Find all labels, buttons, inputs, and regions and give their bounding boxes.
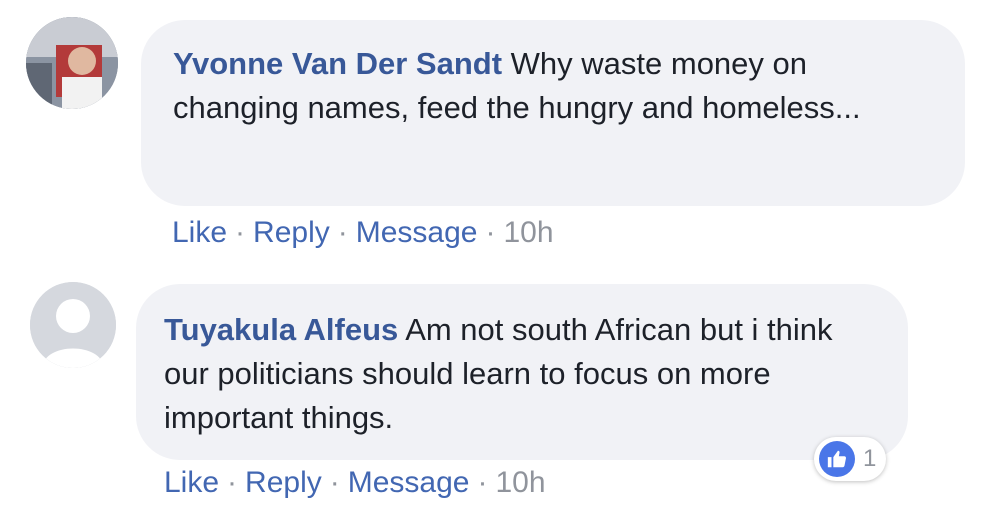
separator: · [329,466,340,499]
comment-bubble: Yvonne Van Der Sandt Why waste money on … [141,20,965,206]
default-user-icon [30,282,116,368]
message-link[interactable]: Message [356,216,478,249]
comment-actions: Like · Reply · Message · 10h [164,466,546,500]
comment-item: Tuyakula Alfeus Am not south African but… [0,270,1000,525]
separator: · [477,466,488,499]
comment-author-link[interactable]: Tuyakula Alfeus [164,312,398,347]
like-link[interactable]: Like [164,466,219,499]
separator: · [227,466,238,499]
comment-bubble: Tuyakula Alfeus Am not south African but… [136,284,908,460]
separator: · [235,216,246,249]
message-link[interactable]: Message [348,466,470,499]
avatar[interactable] [30,282,116,368]
like-link[interactable]: Like [172,216,227,249]
separator: · [337,216,348,249]
reply-link[interactable]: Reply [245,466,322,499]
reaction-badge[interactable]: 1 [814,437,887,481]
comment-timestamp[interactable]: 10h [495,466,545,499]
reply-link[interactable]: Reply [253,216,330,249]
separator: · [485,216,496,249]
avatar[interactable] [26,17,118,109]
comment-item: Yvonne Van Der Sandt Why waste money on … [0,0,1000,270]
comment-actions: Like · Reply · Message · 10h [172,216,554,250]
thumbs-up-icon [819,441,855,477]
comment-timestamp[interactable]: 10h [503,216,553,249]
user-photo-icon [26,17,118,109]
comment-author-link[interactable]: Yvonne Van Der Sandt [173,46,502,81]
reaction-count: 1 [863,445,877,472]
